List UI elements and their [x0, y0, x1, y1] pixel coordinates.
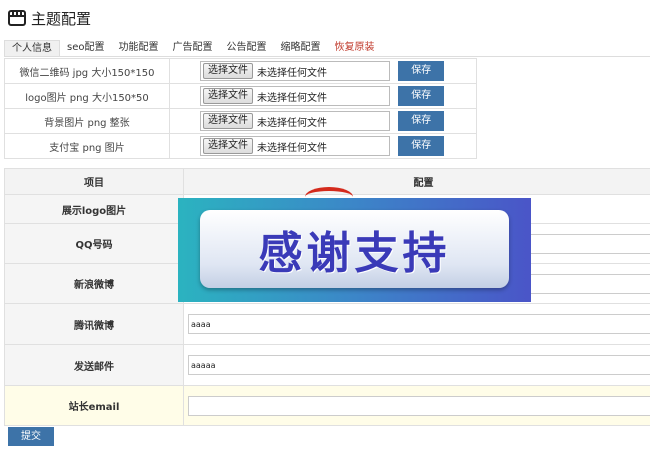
config-label: 展示logo图片 — [4, 194, 184, 224]
thanks-banner: 感谢支持 — [178, 198, 531, 302]
upload-label: logo图片 png 大小150*50 — [4, 83, 170, 109]
upload-row-alipay: 支付宝 png 图片 选择文件 未选择任何文件 保存 — [4, 133, 477, 159]
config-row-tencent-weibo: 腾讯微博 — [4, 303, 650, 345]
upload-label: 支付宝 png 图片 — [4, 133, 170, 159]
tab-bar: 个人信息 seo配置 功能配置 广告配置 公告配置 缩略配置 恢复原装 — [4, 40, 650, 57]
upload-label: 微信二维码 jpg 大小150*150 — [4, 58, 170, 84]
submit-button[interactable]: 提交 — [8, 427, 54, 446]
window-icon — [8, 10, 26, 26]
upload-row-logo: logo图片 png 大小150*50 选择文件 未选择任何文件 保存 — [4, 83, 477, 109]
tab-personal-info[interactable]: 个人信息 — [4, 40, 60, 56]
file-input[interactable]: 选择文件 未选择任何文件 — [200, 136, 390, 156]
config-label: 站长email — [4, 385, 184, 426]
choose-file-button[interactable]: 选择文件 — [203, 113, 253, 129]
admin-email-input[interactable] — [188, 395, 650, 416]
file-input[interactable]: 选择文件 未选择任何文件 — [200, 111, 390, 131]
save-button[interactable]: 保存 — [398, 136, 445, 156]
upload-row-wechat-qr: 微信二维码 jpg 大小150*150 选择文件 未选择任何文件 保存 — [4, 58, 477, 84]
upload-label: 背景图片 png 整张 — [4, 108, 170, 134]
tab-restore-default[interactable]: 恢复原装 — [327, 40, 381, 56]
config-label: 发送邮件 — [4, 344, 184, 386]
save-button[interactable]: 保存 — [398, 86, 445, 106]
config-label: 新浪微博 — [4, 263, 184, 304]
send-mail-input[interactable] — [188, 355, 650, 375]
tab-seo[interactable]: seo配置 — [60, 40, 111, 56]
choose-file-button[interactable]: 选择文件 — [203, 138, 253, 154]
choose-file-button[interactable]: 选择文件 — [203, 63, 253, 79]
file-input[interactable]: 选择文件 未选择任何文件 — [200, 61, 390, 81]
tab-ads[interactable]: 广告配置 — [165, 40, 219, 56]
page-title: 主题配置 — [31, 9, 92, 28]
config-row-admin-email: 站长email — [4, 385, 650, 426]
config-label: 腾讯微博 — [4, 303, 184, 345]
file-input[interactable]: 选择文件 未选择任何文件 — [200, 86, 390, 106]
choose-file-button[interactable]: 选择文件 — [203, 88, 253, 104]
upload-table: 微信二维码 jpg 大小150*150 选择文件 未选择任何文件 保存 logo… — [4, 58, 477, 159]
file-status: 未选择任何文件 — [257, 67, 327, 79]
thanks-banner-text: 感谢支持 — [258, 228, 451, 279]
tab-features[interactable]: 功能配置 — [111, 40, 165, 56]
file-status: 未选择任何文件 — [257, 92, 327, 104]
column-header-setting: 配置 — [183, 168, 650, 195]
file-status: 未选择任何文件 — [257, 142, 327, 154]
column-header-item: 项目 — [4, 168, 184, 195]
config-label: QQ号码 — [4, 223, 184, 264]
save-button[interactable]: 保存 — [398, 111, 445, 131]
tencent-weibo-input[interactable] — [188, 314, 650, 334]
page-header: 主题配置 — [8, 6, 91, 30]
config-row-send-mail: 发送邮件 — [4, 344, 650, 386]
file-status: 未选择任何文件 — [257, 117, 327, 129]
upload-row-background: 背景图片 png 整张 选择文件 未选择任何文件 保存 — [4, 108, 477, 134]
tab-thumbnail[interactable]: 缩略配置 — [273, 40, 327, 56]
save-button[interactable]: 保存 — [398, 61, 445, 81]
tab-announcement[interactable]: 公告配置 — [219, 40, 273, 56]
thanks-banner-panel: 感谢支持 — [200, 210, 509, 288]
